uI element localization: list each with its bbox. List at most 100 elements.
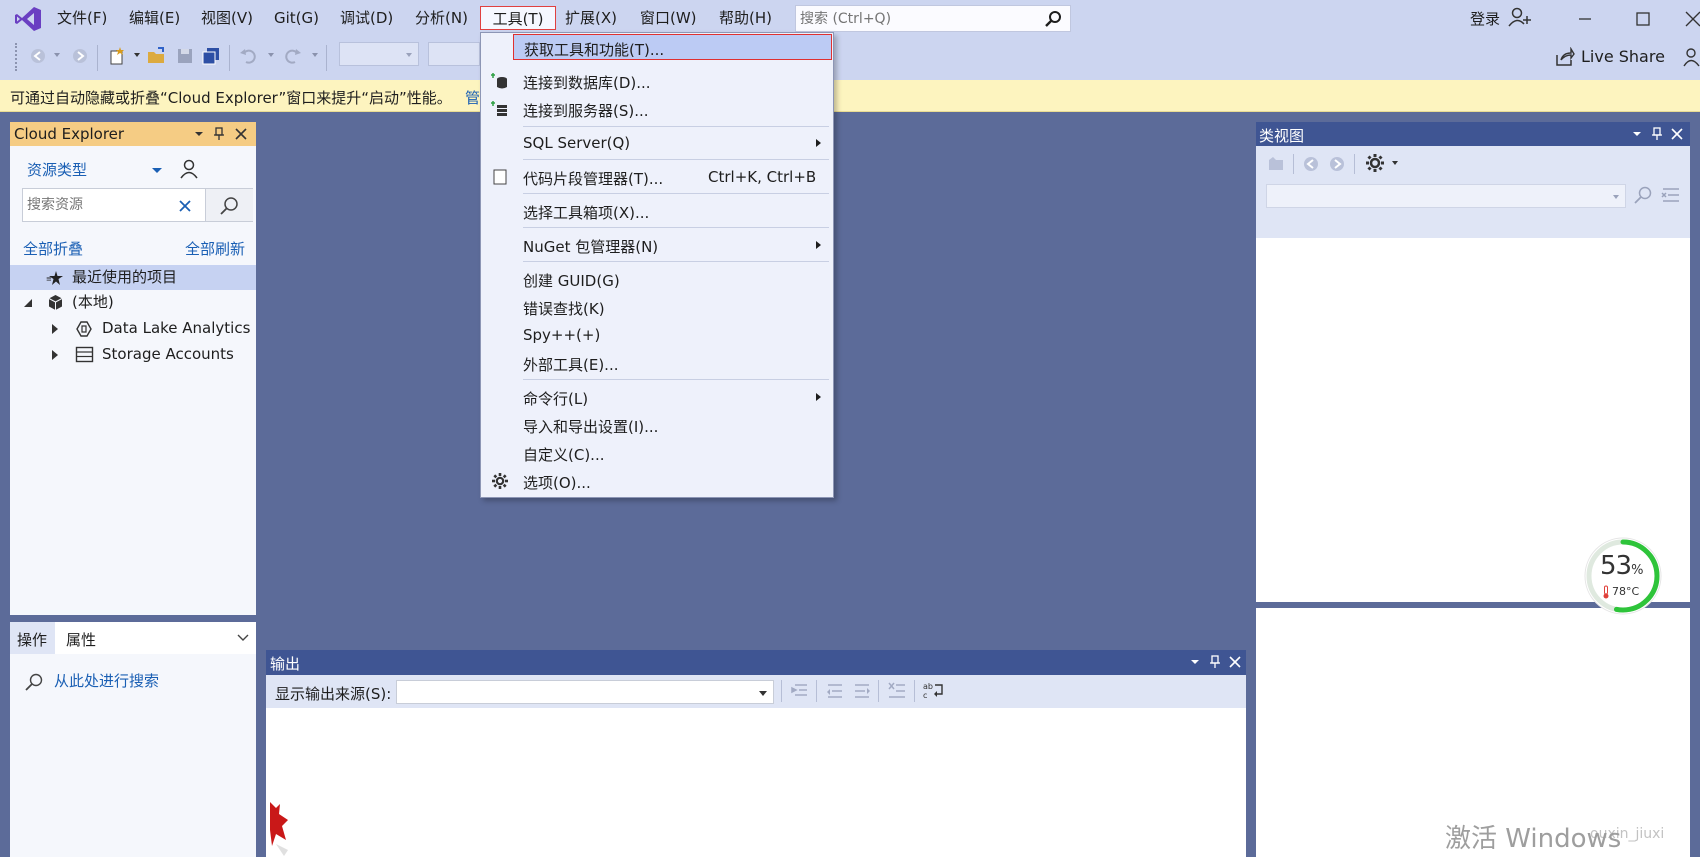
collapsed-arrow-icon[interactable] — [52, 324, 58, 334]
menu-item-error-lookup[interactable]: 错误查找(K) — [481, 294, 833, 320]
solution-platform-combo[interactable] — [428, 42, 480, 66]
settings-dropdown-icon[interactable] — [1392, 161, 1398, 165]
chevron-down-icon[interactable] — [152, 168, 162, 173]
global-search-box[interactable] — [795, 5, 1071, 32]
search-from-here-link[interactable]: 从此处进行搜索 — [54, 670, 159, 691]
pin-icon[interactable] — [210, 125, 228, 143]
maximize-icon[interactable] — [1630, 6, 1656, 32]
menu-item-get-tools[interactable]: 获取工具和功能(T)... — [513, 34, 832, 60]
toolbar-separator — [1293, 154, 1294, 174]
find-message-icon[interactable] — [789, 680, 811, 702]
close-icon[interactable] — [1226, 653, 1244, 671]
previous-message-icon[interactable] — [824, 680, 846, 702]
menu-window[interactable]: 窗口(W) — [638, 6, 699, 30]
toolbar-grip[interactable] — [15, 43, 19, 71]
word-wrap-icon[interactable]: abc — [922, 680, 946, 702]
collapsed-arrow-icon[interactable] — [52, 350, 58, 360]
search-icon[interactable] — [1044, 10, 1062, 28]
forward-icon[interactable] — [1327, 154, 1347, 174]
tree-item-data-lake[interactable]: Data Lake Analytics — [10, 316, 256, 341]
new-dropdown-icon[interactable] — [134, 53, 140, 57]
menu-analyze[interactable]: 分析(N) — [413, 6, 470, 30]
tab-actions[interactable]: 操作 — [17, 629, 47, 650]
save-icon[interactable] — [174, 45, 196, 67]
menu-tools[interactable]: 工具(T) — [480, 6, 556, 30]
menu-file[interactable]: 文件(F) — [55, 6, 109, 30]
menu-item-customize[interactable]: 自定义(C)... — [481, 440, 833, 466]
menu-item-sql-server[interactable]: SQL Server(Q) — [481, 130, 833, 156]
system-usage-widget[interactable]: 53% 78°C — [1582, 535, 1664, 617]
sign-in-link[interactable]: 登录 — [1470, 8, 1500, 29]
clear-search-icon[interactable] — [178, 199, 192, 213]
undo-dropdown-icon[interactable] — [268, 53, 274, 57]
new-project-icon[interactable] — [106, 45, 128, 67]
window-position-dropdown-icon[interactable] — [1628, 125, 1646, 143]
menu-edit[interactable]: 编辑(E) — [127, 6, 182, 30]
add-user-icon[interactable] — [1508, 6, 1532, 28]
new-folder-icon[interactable] — [1266, 154, 1286, 174]
tab-properties[interactable]: 属性 — [55, 622, 256, 654]
back-dropdown-icon[interactable] — [54, 53, 60, 57]
redo-icon[interactable] — [281, 45, 303, 67]
menu-git[interactable]: Git(G) — [272, 6, 321, 30]
close-icon[interactable] — [1668, 125, 1686, 143]
minimize-icon[interactable] — [1572, 6, 1598, 32]
open-folder-icon[interactable] — [146, 45, 168, 67]
visual-studio-logo-icon[interactable] — [14, 6, 42, 32]
menu-item-command-line[interactable]: 命令行(L) — [481, 384, 833, 410]
forward-icon[interactable] — [69, 45, 91, 67]
window-position-dropdown-icon[interactable] — [1186, 653, 1204, 671]
svg-text:c: c — [923, 691, 927, 700]
back-icon[interactable] — [27, 45, 49, 67]
resource-search-input[interactable] — [27, 195, 167, 215]
menu-item-import-export[interactable]: 导入和导出设置(I)... — [481, 412, 833, 438]
expanded-arrow-icon[interactable] — [24, 299, 32, 307]
account-icon[interactable] — [178, 158, 200, 180]
menu-view[interactable]: 视图(V) — [199, 6, 255, 30]
menu-item-connect-server[interactable]: 连接到服务器(S)... — [481, 96, 833, 122]
clear-all-icon[interactable] — [886, 680, 908, 702]
redo-dropdown-icon[interactable] — [312, 53, 318, 57]
menu-item-connect-database[interactable]: 连接到数据库(D)... — [481, 68, 833, 94]
settings-gear-icon[interactable] — [1364, 152, 1386, 174]
menu-item-nuget[interactable]: NuGet 包管理器(N) — [481, 232, 833, 258]
live-share-button[interactable]: Live Share — [1555, 44, 1665, 70]
output-source-select[interactable] — [396, 680, 774, 704]
class-view-search-combo[interactable] — [1266, 184, 1626, 208]
clear-search-icon[interactable] — [1660, 184, 1682, 206]
pin-icon[interactable] — [1206, 653, 1224, 671]
resource-type-dropdown[interactable]: 资源类型 — [27, 159, 87, 180]
back-icon[interactable] — [1301, 154, 1321, 174]
window-position-dropdown-icon[interactable] — [190, 125, 208, 143]
close-icon[interactable] — [232, 125, 250, 143]
next-message-icon[interactable] — [851, 680, 873, 702]
pin-icon[interactable] — [1648, 125, 1666, 143]
info-bar-link[interactable]: 管 — [465, 87, 480, 108]
chevron-down-icon[interactable] — [237, 634, 249, 642]
tree-item-local[interactable]: (本地) — [10, 290, 256, 315]
tree-item-storage[interactable]: Storage Accounts — [10, 342, 256, 367]
resource-search-button[interactable] — [205, 189, 253, 221]
feedback-icon[interactable] — [1683, 47, 1700, 69]
search-icon[interactable] — [1632, 184, 1654, 206]
menu-item-options[interactable]: 选项(O)... — [481, 468, 833, 494]
menu-item-spy[interactable]: Spy++(+) — [481, 322, 833, 348]
menu-item-create-guid[interactable]: 创建 GUID(G) — [481, 266, 833, 292]
menu-debug[interactable]: 调试(D) — [338, 6, 395, 30]
menu-help[interactable]: 帮助(H) — [717, 6, 774, 30]
menu-extensions[interactable]: 扩展(X) — [563, 6, 619, 30]
resource-search-box[interactable] — [22, 188, 253, 222]
menu-item-external-tools[interactable]: 外部工具(E)... — [481, 350, 833, 376]
checkbox-icon — [493, 169, 507, 185]
menu-item-code-snippets[interactable]: 代码片段管理器(T)... Ctrl+K, Ctrl+B — [481, 164, 833, 190]
refresh-all-link[interactable]: 全部刷新 — [185, 238, 245, 259]
menu-separator — [523, 193, 829, 194]
save-all-icon[interactable] — [200, 45, 222, 67]
solution-config-combo[interactable] — [339, 42, 419, 66]
global-search-input[interactable] — [800, 9, 1030, 29]
undo-icon[interactable] — [238, 45, 260, 67]
tree-item-recent[interactable]: ≡ 最近使用的项目 — [10, 265, 256, 290]
collapse-all-link[interactable]: 全部折叠 — [23, 238, 83, 259]
menu-item-choose-toolbox[interactable]: 选择工具箱项(X)... — [481, 198, 833, 224]
close-icon[interactable] — [1680, 6, 1700, 32]
